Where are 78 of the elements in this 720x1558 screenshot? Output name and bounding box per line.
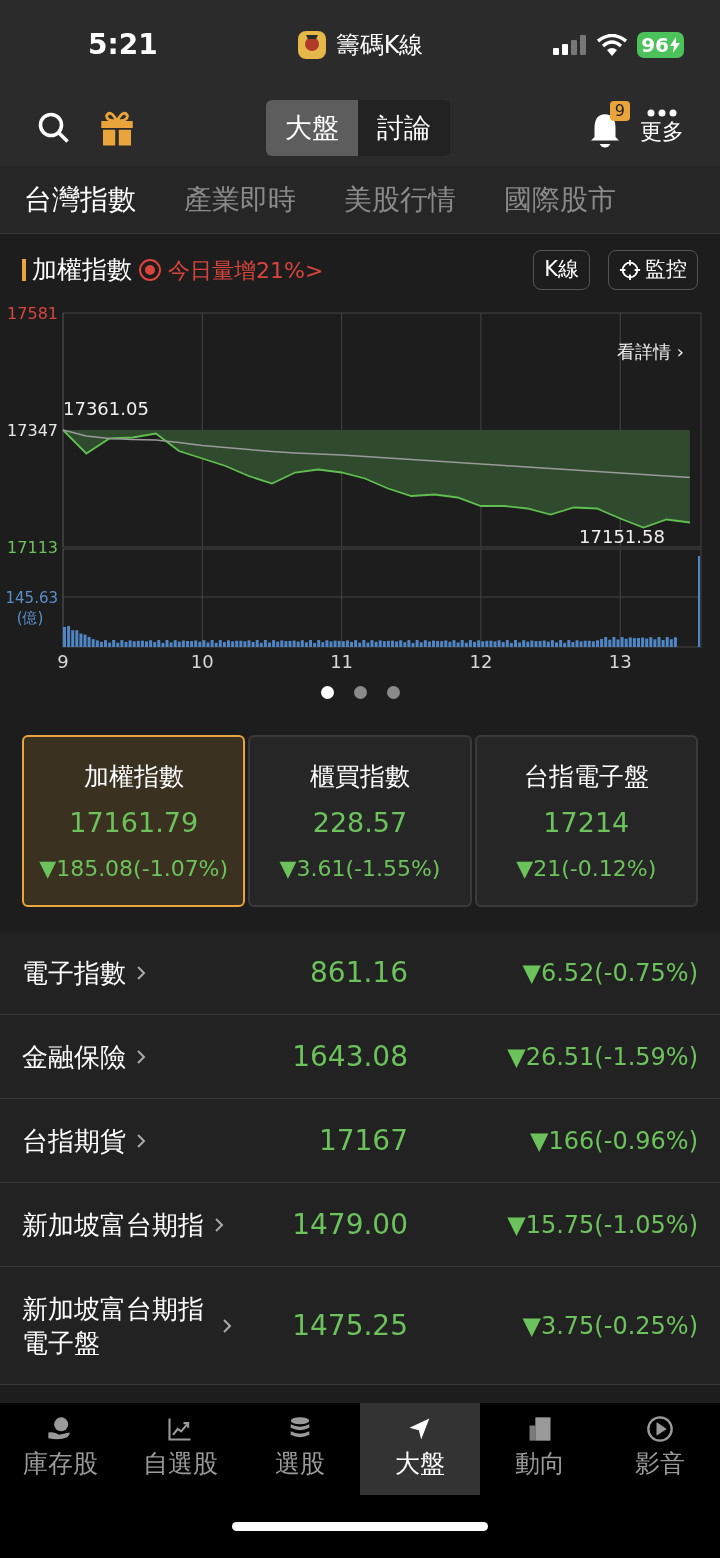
quote-name: 新加坡富台期指 (22, 1208, 204, 1242)
quote-change: ▼166(-0.96%) (529, 1125, 698, 1157)
wifi-icon (597, 34, 628, 56)
axis-label: 13 (608, 651, 632, 672)
low-price-label: 17151.58 (579, 526, 665, 547)
axis-label: 11 (330, 651, 354, 672)
quote-change: ▼15.75(-1.05%) (506, 1209, 698, 1241)
category-tab[interactable]: 美股行情 (344, 178, 456, 221)
quote-value: 1643.08 (291, 1038, 408, 1075)
high-price-label: 17361.05 (63, 398, 149, 419)
category-tab[interactable]: 產業即時 (184, 178, 296, 221)
notification-badge: 9 (609, 101, 630, 121)
axis-label: 17347 (7, 421, 58, 440)
card-change: ▼185.08(-1.07%) (39, 854, 229, 883)
card-change: ▼21(-0.12%) (516, 854, 657, 883)
card-value: 17214 (543, 806, 630, 840)
axis-label: 9 (57, 651, 69, 672)
quote-name: 台指期貨 (22, 1124, 126, 1158)
app-logo-icon (295, 29, 328, 61)
volume-alert-link[interactable]: 今日量增21%> (168, 253, 324, 287)
card-change: ▼3.61(-1.55%) (279, 854, 441, 883)
card-title: 櫃買指數 (310, 760, 410, 793)
quote-row[interactable]: 金融保險 1643.08 ▼26.51(-1.59%) (0, 1015, 720, 1099)
kline-button[interactable]: K線 (533, 250, 590, 290)
card-title: 台指電子盤 (523, 760, 649, 793)
status-time: 5:21 (87, 27, 159, 63)
nav-tab[interactable]: 動向 (480, 1403, 600, 1495)
quote-row[interactable]: 電子指數 861.16 ▼6.52(-0.75%) (0, 931, 720, 1015)
nav-tab[interactable]: 自選股 (120, 1403, 240, 1495)
index-card[interactable]: 櫃買指數 228.57 ▼3.61(-1.55%) (248, 735, 472, 907)
chevron-right-icon (214, 1216, 224, 1233)
monitor-button[interactable]: 監控 (608, 250, 698, 290)
chevron-right-icon (136, 1132, 146, 1149)
signal-icon (553, 35, 588, 55)
index-card[interactable]: 加權指數 17161.79 ▼185.08(-1.07%) (22, 735, 246, 907)
chevron-right-icon (136, 1048, 146, 1065)
nav-tab[interactable]: 選股 (240, 1403, 360, 1495)
index-title: 加權指數 (32, 254, 132, 287)
card-value: 17161.79 (69, 806, 199, 840)
index-card[interactable]: 台指電子盤 17214 ▼21(-0.12%) (474, 735, 698, 907)
axis-label: 145.63 (5, 589, 58, 607)
details-link[interactable]: 看詳情 › (617, 338, 684, 365)
chevron-right-icon (222, 1317, 232, 1334)
segment-tab[interactable]: 大盤 (266, 100, 358, 156)
quote-row[interactable]: 新加坡富台期指電子盤 1475.25 ▼3.75(-0.25%) (0, 1267, 720, 1385)
quote-row[interactable]: 台指期貨 17167 ▼166(-0.96%) (0, 1099, 720, 1183)
more-button[interactable]: 更多 (640, 109, 684, 147)
axis-label: 17581 (7, 306, 58, 323)
card-title: 加權指數 (83, 760, 184, 793)
card-value: 228.57 (312, 806, 408, 840)
nav-tab[interactable]: 大盤 (360, 1403, 480, 1495)
title-accent (22, 259, 26, 281)
quote-change: ▼6.52(-0.75%) (521, 957, 698, 989)
quote-value: 17167 (317, 1122, 408, 1159)
play-icon (646, 1415, 674, 1444)
battery-indicator: 96 (637, 32, 684, 58)
quote-name: 金融保險 (22, 1040, 126, 1074)
quote-name: 電子指數 (22, 956, 126, 990)
category-tab[interactable]: 國際股市 (504, 178, 616, 221)
axis-label: 17113 (7, 538, 58, 557)
target-icon (138, 258, 162, 282)
crosshair-icon (619, 259, 641, 281)
quote-change: ▼3.75(-0.25%) (521, 1310, 698, 1342)
more-dots-icon (647, 109, 677, 117)
quote-change: ▼26.51(-1.59%) (506, 1041, 698, 1073)
quote-value: 1475.25 (291, 1307, 408, 1344)
axis-label: 10 (190, 651, 214, 672)
quote-name: 新加坡富台期指電子盤 (22, 1292, 205, 1360)
app-title: 籌碼K線 (335, 30, 424, 61)
quote-value: 861.16 (309, 954, 408, 991)
chevron-right-icon (136, 964, 146, 981)
category-tab[interactable]: 台灣指數 (24, 178, 136, 221)
quote-value: 1479.00 (291, 1206, 408, 1243)
nav-tab[interactable]: 庫存股 (0, 1403, 120, 1495)
quote-row[interactable]: 新加坡富台期指 1479.00 ▼15.75(-1.05%) (0, 1183, 720, 1267)
nav-tab[interactable]: 影音 (600, 1403, 720, 1495)
axis-label: 12 (469, 651, 493, 672)
axis-label: (億) (16, 609, 44, 627)
